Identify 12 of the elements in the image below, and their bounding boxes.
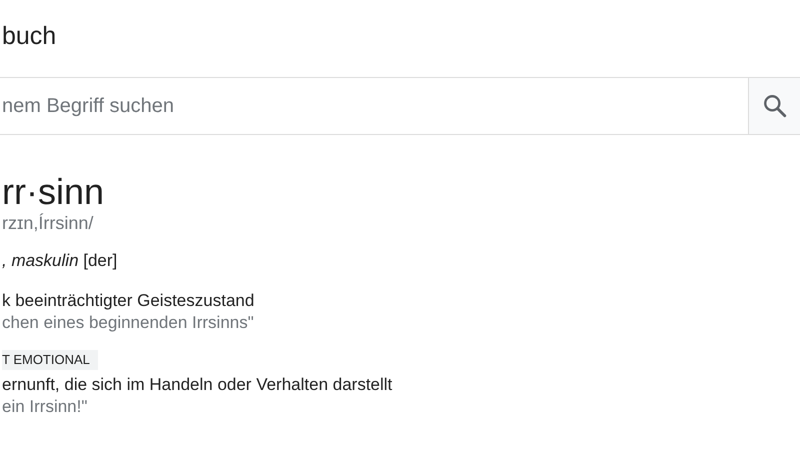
word-class: , maskulin [der] — [2, 251, 118, 270]
definition: k beeinträchtigter Geisteszustand — [2, 291, 254, 310]
search-field[interactable]: nem Begriff suchen — [2, 91, 748, 121]
pronunciation: rzɪn,Írrsinn/ — [2, 213, 94, 233]
search-icon — [762, 93, 788, 119]
example-sentence: ein Irrsinn!" — [2, 397, 88, 416]
definition: ernunft, die sich im Handeln oder Verhalten darstellt — [2, 375, 392, 394]
example-sentence: chen eines beginnenden Irrsinns" — [2, 313, 254, 332]
dictionary-title: buch — [2, 22, 56, 50]
search-button[interactable] — [748, 78, 800, 134]
usage-tag: T EMOTIONAL — [2, 350, 98, 370]
headword: rr·sinn — [2, 171, 104, 212]
